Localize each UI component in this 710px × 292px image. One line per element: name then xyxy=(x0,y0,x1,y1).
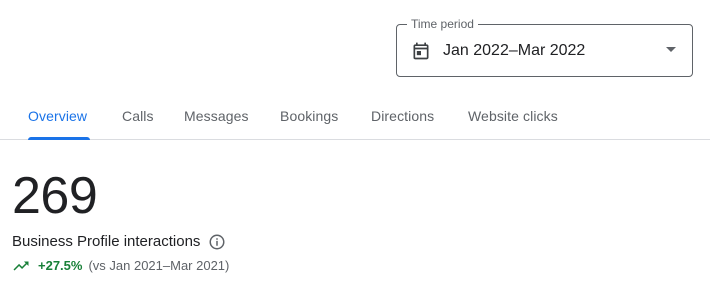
tab-overview[interactable]: Overview xyxy=(28,96,87,140)
trending-up-icon xyxy=(13,261,29,271)
tab-directions[interactable]: Directions xyxy=(371,96,434,140)
time-period-value: Jan 2022–Mar 2022 xyxy=(443,42,586,59)
change-row: +27.5% (vs Jan 2021–Mar 2021) xyxy=(12,257,229,275)
time-period-select[interactable]: Time period Jan 2022–Mar 2022 xyxy=(396,16,693,77)
arrow-drop-down-icon[interactable] xyxy=(666,47,676,52)
comparison-period: (vs Jan 2021–Mar 2021) xyxy=(88,258,230,273)
metric-label-row: Business Profile interactions xyxy=(12,231,226,253)
tab-calls[interactable]: Calls xyxy=(122,96,154,140)
change-percentage: +27.5% xyxy=(38,258,83,273)
active-tab-indicator xyxy=(28,137,90,140)
info-icon[interactable] xyxy=(208,233,226,251)
performance-panel: Time period Jan 2022–Mar 2022 Overview C… xyxy=(0,0,710,292)
tab-bar: Overview Calls Messages Bookings Directi… xyxy=(0,96,710,140)
time-period-label: Time period xyxy=(407,16,478,32)
tab-messages[interactable]: Messages xyxy=(184,96,249,140)
metric-label: Business Profile interactions xyxy=(12,233,201,250)
tab-bookings[interactable]: Bookings xyxy=(280,96,338,140)
interactions-count: 269 xyxy=(12,167,98,225)
tab-website-clicks[interactable]: Website clicks xyxy=(468,96,558,140)
calendar-icon xyxy=(413,42,429,60)
